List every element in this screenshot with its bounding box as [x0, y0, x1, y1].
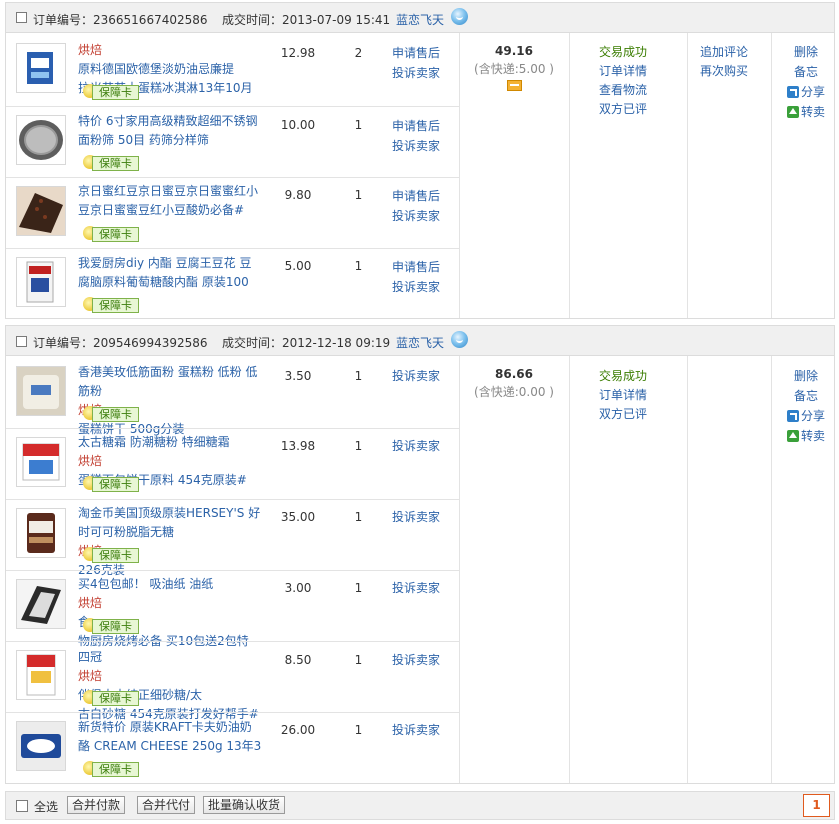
wangwang-chat-icon[interactable] [451, 8, 468, 25]
share-link[interactable]: 分享 [776, 82, 836, 102]
share-icon [786, 410, 799, 422]
resell-link[interactable]: 转卖 [776, 102, 836, 122]
delete-link[interactable]: 删除 [776, 42, 836, 62]
product-thumbnail[interactable] [16, 650, 66, 700]
complain-seller-link[interactable]: 投诉卖家 [392, 206, 462, 226]
memo-link[interactable]: 备忘 [776, 62, 836, 82]
item-quantity: 1 [354, 653, 363, 667]
deal-time: 成交时间：2012-12-18 09:19 [222, 336, 391, 350]
complain-seller-link[interactable]: 投诉卖家 [392, 136, 462, 156]
item-price: 3.50 [284, 369, 312, 383]
product-thumbnail[interactable] [16, 508, 66, 558]
item-quantity: 2 [354, 46, 363, 60]
item-price: 3.00 [284, 581, 312, 595]
product-name-link[interactable]: 我爱厨房diy 内酯 豆腐王豆花 豆 腐脑原料葡萄糖酸内酯 原装100 [78, 254, 264, 292]
product-thumbnail[interactable] [16, 115, 66, 165]
complain-seller-link[interactable]: 投诉卖家 [392, 277, 462, 297]
product-name-link[interactable]: 淘金币美国顶级原装HERSEY'S 好 时可可粉脱脂无糖 烘焙 226克装 [78, 504, 264, 580]
complain-seller-link[interactable]: 投诉卖家 [392, 650, 462, 670]
item-quantity: 1 [354, 510, 363, 524]
product-name-link[interactable]: 新货特价 原装KRAFT卡夫奶油奶 酪 CREAM CHEESE 250g 13… [78, 718, 264, 756]
order-total: 86.66 [495, 367, 533, 381]
item-price: 10.00 [280, 118, 316, 132]
product-thumbnail[interactable] [16, 721, 66, 771]
seller-link[interactable]: 蓝恋飞天 [396, 11, 444, 28]
wangwang-chat-icon[interactable] [451, 331, 468, 348]
delete-link[interactable]: 删除 [776, 366, 836, 386]
view-logistics-link[interactable]: 查看物流 [599, 81, 647, 100]
current-page[interactable]: 1 [803, 794, 830, 817]
merge-proxy-pay-button[interactable]: 合并代付 [137, 796, 196, 814]
resell-link[interactable]: 转卖 [776, 426, 836, 446]
product-thumbnail[interactable] [16, 366, 66, 416]
product-name-link[interactable]: 京日蜜红豆京日蜜豆京日蜜蜜红小 豆京日蜜蜜豆红小豆酸奶必备# [78, 182, 264, 220]
apply-after-sales-link[interactable]: 申请售后 [392, 43, 462, 63]
complain-seller-link[interactable]: 投诉卖家 [392, 720, 462, 740]
product-thumbnail[interactable] [16, 43, 66, 93]
both-rated-link[interactable]: 双方已评 [599, 100, 647, 119]
bulk-actions-bar: 全选 合并付款 合并代付 批量确认收货 1 [5, 791, 835, 820]
order-status: 交易成功 [599, 45, 648, 59]
seller-link[interactable]: 蓝恋飞天 [396, 334, 444, 351]
complain-seller-link[interactable]: 投诉卖家 [392, 436, 462, 456]
share-link[interactable]: 分享 [776, 406, 836, 426]
memo-link[interactable]: 备忘 [776, 386, 836, 406]
buy-again-link[interactable]: 再次购买 [700, 62, 748, 81]
order-header: 订单编号：236651667402586 成交时间：2013-07-09 15:… [6, 3, 834, 33]
order-checkbox[interactable] [16, 12, 27, 23]
complain-seller-link[interactable]: 投诉卖家 [392, 366, 462, 386]
add-review-link[interactable]: 追加评论 [700, 43, 748, 62]
order-header: 订单编号：209546994392586 成交时间：2012-12-18 09:… [6, 326, 834, 356]
both-rated-link[interactable]: 双方已评 [599, 405, 647, 424]
order-total: 49.16 [495, 44, 533, 58]
deal-time: 成交时间：2013-07-09 15:41 [222, 13, 391, 27]
order-block: 订单编号：209546994392586 成交时间：2012-12-18 09:… [5, 325, 835, 784]
share-icon [786, 86, 799, 98]
complain-seller-link[interactable]: 投诉卖家 [392, 578, 462, 598]
item-price: 8.50 [284, 653, 312, 667]
item-quantity: 1 [354, 581, 363, 595]
product-name-link[interactable]: 买4包包邮！ 吸油纸 油纸 烘焙食 物厨房烧烤必备 买10包送2包特 [78, 575, 264, 651]
apply-after-sales-link[interactable]: 申请售后 [392, 257, 462, 277]
shipping-fee: (含快递:0.00 ) [474, 385, 554, 399]
resell-icon [786, 430, 799, 442]
order-detail-link[interactable]: 订单详情 [599, 386, 647, 405]
item-price: 35.00 [280, 510, 316, 524]
product-thumbnail[interactable] [16, 437, 66, 487]
item-quantity: 1 [354, 369, 363, 383]
select-all-checkbox[interactable] [16, 800, 28, 812]
select-all-label[interactable]: 全选 [34, 798, 58, 815]
payment-card-icon[interactable] [506, 80, 522, 91]
apply-after-sales-link[interactable]: 申请售后 [392, 186, 462, 206]
order-number: 订单编号：236651667402586 [33, 13, 208, 27]
order-detail-link[interactable]: 订单详情 [599, 62, 647, 81]
complain-seller-link[interactable]: 投诉卖家 [392, 507, 462, 527]
item-price: 9.80 [284, 188, 312, 202]
item-price: 26.00 [280, 723, 316, 737]
order-block: 订单编号：236651667402586 成交时间：2013-07-09 15:… [5, 2, 835, 319]
apply-after-sales-link[interactable]: 申请售后 [392, 116, 462, 136]
complain-seller-link[interactable]: 投诉卖家 [392, 63, 462, 83]
item-quantity: 1 [354, 439, 363, 453]
item-price: 13.98 [280, 439, 316, 453]
product-thumbnail[interactable] [16, 257, 66, 307]
product-thumbnail[interactable] [16, 579, 66, 629]
shipping-fee: (含快递:5.00 ) [474, 62, 554, 76]
item-quantity: 1 [354, 118, 363, 132]
item-price: 5.00 [284, 259, 312, 273]
batch-confirm-receipt-button[interactable]: 批量确认收货 [203, 796, 286, 814]
order-status: 交易成功 [599, 369, 648, 383]
item-quantity: 1 [354, 259, 363, 273]
item-quantity: 1 [354, 723, 363, 737]
merge-pay-button[interactable]: 合并付款 [67, 796, 126, 814]
resell-icon [786, 106, 799, 118]
item-quantity: 1 [354, 188, 363, 202]
item-price: 12.98 [280, 46, 316, 60]
product-thumbnail[interactable] [16, 186, 66, 236]
product-name-link[interactable]: 特价 6寸家用高级精致超细不锈钢 面粉筛 50目 药筛分样筛 [78, 112, 264, 150]
order-checkbox[interactable] [16, 336, 27, 347]
order-number: 订单编号：209546994392586 [33, 336, 208, 350]
